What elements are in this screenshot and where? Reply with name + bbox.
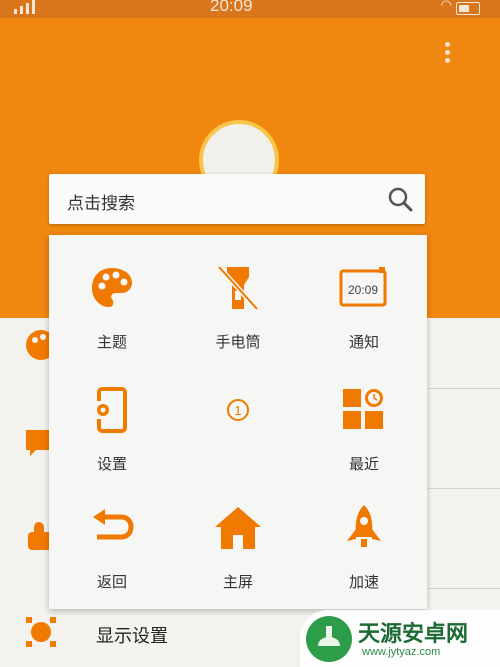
tile-back[interactable]: 返回 bbox=[49, 475, 175, 593]
tile-label: 手电筒 bbox=[215, 333, 261, 351]
tile-recent[interactable]: 最近 bbox=[301, 357, 427, 475]
search-bar[interactable]: 点击搜索 bbox=[49, 174, 425, 224]
recent-apps-icon bbox=[339, 385, 389, 435]
notification-time: 20:09 bbox=[348, 283, 378, 297]
tile-label: 主屏 bbox=[222, 573, 253, 591]
watermark-url: www.jytyaz.com bbox=[362, 646, 441, 658]
tile-boost[interactable]: 加速 bbox=[301, 475, 427, 593]
tile-flashlight[interactable]: 手电筒 bbox=[175, 235, 301, 353]
list-divider bbox=[428, 388, 500, 389]
flashlight-off-icon bbox=[213, 263, 263, 313]
home-icon bbox=[213, 503, 263, 553]
tile-theme[interactable]: 主题 bbox=[49, 235, 175, 353]
signal-icon bbox=[14, 0, 42, 17]
page-indicator[interactable]: 1 bbox=[175, 357, 301, 475]
tile-label: 通知 bbox=[348, 333, 379, 351]
watermark: 天源安卓网 www.jytyaz.com bbox=[300, 610, 500, 667]
list-divider bbox=[428, 588, 500, 589]
rocket-icon bbox=[339, 503, 389, 553]
tile-label: 设置 bbox=[96, 455, 127, 473]
status-time: 20:09 bbox=[210, 0, 253, 15]
list-divider bbox=[428, 488, 500, 489]
back-arrow-icon bbox=[87, 503, 137, 553]
tile-label: 加速 bbox=[348, 573, 379, 591]
search-placeholder: 点击搜索 bbox=[67, 194, 135, 214]
battery-icon bbox=[456, 2, 480, 15]
page-indicator-icon: 1 bbox=[213, 385, 263, 435]
tile-label: 最近 bbox=[348, 455, 379, 473]
tile-settings[interactable]: 设置 bbox=[49, 357, 175, 475]
quick-action-panel: 主题 手电筒 20:09 通知 设置 1 最近 返回 主屏 加速 bbox=[49, 235, 427, 609]
tile-home[interactable]: 主屏 bbox=[175, 475, 301, 593]
palette-icon bbox=[87, 263, 137, 313]
watermark-name: 天源安卓网 bbox=[358, 622, 469, 647]
tile-label: 主题 bbox=[96, 333, 127, 351]
page-number: 1 bbox=[234, 403, 241, 418]
overflow-menu-icon[interactable] bbox=[444, 42, 452, 66]
tile-notification[interactable]: 20:09 通知 bbox=[301, 235, 427, 353]
display-icon bbox=[24, 615, 58, 649]
settings-tablet-icon bbox=[87, 385, 137, 435]
search-icon[interactable] bbox=[387, 186, 413, 212]
wifi-icon: ◠ bbox=[440, 0, 452, 12]
display-settings-label[interactable]: 显示设置 bbox=[96, 622, 168, 648]
status-bar: 20:09 ◠ bbox=[0, 0, 500, 18]
notification-clock-icon: 20:09 bbox=[339, 263, 389, 313]
watermark-logo-icon bbox=[306, 616, 352, 662]
tile-label: 返回 bbox=[96, 573, 127, 591]
